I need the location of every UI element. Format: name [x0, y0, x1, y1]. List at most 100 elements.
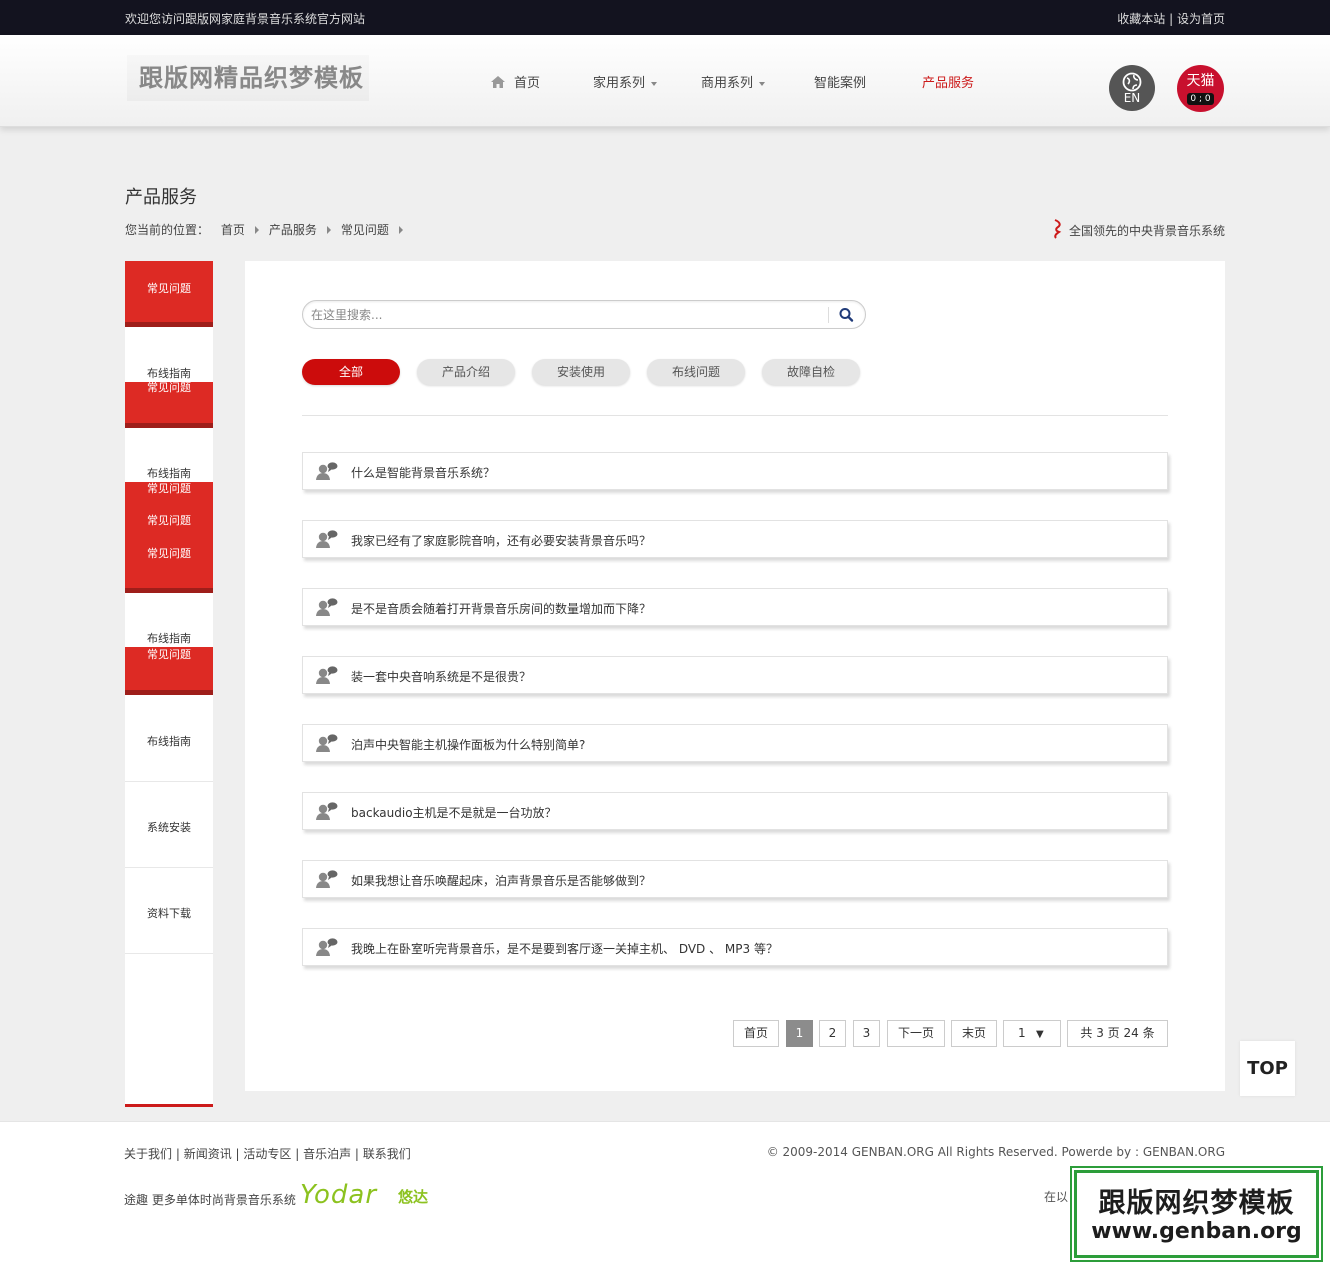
sidebar-divider — [125, 867, 213, 868]
faq-question: 装一套中央音响系统是不是很贵？ — [351, 670, 532, 684]
sidebar-item-system-install[interactable]: 系统安装 — [125, 819, 213, 835]
faq-item[interactable]: 是不是音质会随着打开背景音乐房间的数量增加而下降？ — [302, 588, 1168, 626]
sidebar-item-faq[interactable]: 常见问题 — [125, 379, 213, 395]
welcome-text: 欢迎您访问跟版网家庭背景音乐系统官方网站 — [125, 12, 366, 26]
home-icon — [491, 76, 505, 88]
watermark: 跟版网织梦模板 www.genban.org — [1072, 1168, 1321, 1260]
faq-question: 我晚上在卧室听完背景音乐，是不是要到客厅逐一关掉主机、 DVD 、 MP3 等？ — [351, 942, 778, 956]
footer-link-about[interactable]: 关于我们 — [124, 1147, 172, 1161]
chevron-down-icon — [651, 81, 658, 86]
sidebar: 常见问题 布线指南 常见问题 布线指南 常见问题 常见问题 常见问题 布线指南 … — [125, 261, 213, 1107]
footer-promo: 途趣 更多单体时尚背景音乐系统 — [124, 1193, 296, 1207]
chevron-down-icon — [759, 81, 766, 86]
sidebar-item-faq[interactable]: 常见问题 — [125, 280, 213, 296]
nav-label-commercial-series: 商用系列 — [701, 76, 754, 91]
faq-item[interactable]: 泊声中央智能主机操作面板为什么特别简单? — [302, 724, 1168, 762]
pager-first[interactable]: 首页 — [733, 1020, 779, 1047]
faq-item[interactable]: 装一套中央音响系统是不是很贵？ — [302, 656, 1168, 694]
nav-item-commercial-series[interactable]: 商用系列 — [701, 72, 766, 91]
footer-links: 关于我们 | 新闻资讯 | 活动专区 | 音乐泊声 | 联系我们 — [124, 1147, 411, 1161]
faq-item[interactable]: 我家已经有了家庭影院音响，还有必要安装背景音乐吗？ — [302, 520, 1168, 558]
sidebar-divider — [125, 781, 213, 782]
divider — [302, 415, 1168, 416]
watermark-line2: www.genban.org — [1091, 1219, 1302, 1244]
pager-page[interactable]: 1 — [786, 1020, 813, 1047]
bookmark-link[interactable]: 收藏本站 — [1117, 12, 1165, 26]
faq-question: 我家已经有了家庭影院音响，还有必要安装背景音乐吗？ — [351, 534, 652, 548]
faq-item[interactable]: 什么是智能背景音乐系统？ — [302, 452, 1168, 490]
nav-item-product-service[interactable]: 产品服务 — [922, 72, 974, 91]
faq-item[interactable]: 如果我想让音乐唤醒起床，泊声背景音乐是否能够做到？ — [302, 860, 1168, 898]
sidebar-item-wiring-guide[interactable]: 布线指南 — [125, 733, 213, 749]
nav-item-smart-cases[interactable]: 智能案例 — [814, 72, 866, 91]
back-to-top-button[interactable]: TOP — [1240, 1041, 1295, 1096]
tmall-cat-icon: 0 ; 0 — [1187, 93, 1214, 105]
pager-select[interactable]: 1 ▼ — [1003, 1020, 1061, 1047]
pager-next[interactable]: 下一页 — [887, 1020, 945, 1047]
question-user-icon — [316, 870, 338, 888]
nav-label-product-service: 产品服务 — [922, 76, 975, 91]
main-panel: 全部 产品介绍 安装使用 布线问题 故障自检 什么是智能背景音乐系统？ 我家已经有… — [245, 261, 1225, 1091]
music-note-icon — [1054, 219, 1062, 239]
sidebar-item-faq[interactable]: 常见问题 — [125, 512, 213, 528]
set-home-link[interactable]: 设为首页 — [1177, 12, 1225, 26]
breadcrumb-product-service[interactable]: 产品服务 — [269, 223, 317, 237]
question-user-icon — [316, 598, 338, 616]
breadcrumb: 您当前的位置： 首页 产品服务 常见问题 — [125, 221, 413, 238]
nav-item-home[interactable]: 首页 — [490, 72, 540, 91]
pager-page[interactable]: 3 — [853, 1020, 880, 1047]
pager-page[interactable]: 2 — [819, 1020, 846, 1047]
footer-cut-text: 在以 — [1044, 1190, 1069, 1204]
sidebar-item-faq[interactable]: 常见问题 — [125, 545, 213, 561]
breadcrumb-faq[interactable]: 常见问题 — [341, 223, 389, 237]
breadcrumb-prefix: 您当前的位置： — [125, 223, 210, 237]
watermark-line1: 跟版网织梦模板 — [1098, 1188, 1295, 1219]
faq-question: 什么是智能背景音乐系统？ — [351, 466, 496, 480]
search-input[interactable] — [311, 306, 816, 324]
copyright: © 2009-2014 GENBAN.ORG All Rights Reserv… — [766, 1145, 1225, 1159]
question-user-icon — [316, 802, 338, 820]
tmall-button[interactable]: 天猫 0 ; 0 — [1177, 65, 1224, 112]
yodar-logo-cn: 悠达 — [398, 1188, 429, 1206]
question-user-icon — [316, 462, 338, 480]
breadcrumb-arrow-icon — [254, 226, 259, 234]
question-user-icon — [316, 666, 338, 684]
footer-link-events[interactable]: 活动专区 — [243, 1147, 291, 1161]
dropdown-arrow-icon: ▼ — [1036, 1029, 1044, 1040]
sidebar-item-wiring-guide[interactable]: 布线指南 — [125, 630, 213, 646]
nav-label-home-series: 家用系列 — [593, 76, 646, 91]
question-user-icon — [316, 530, 338, 548]
search-icon[interactable] — [837, 306, 857, 324]
faq-item[interactable]: 我晚上在卧室听完背景音乐，是不是要到客厅逐一关掉主机、 DVD 、 MP3 等？ — [302, 928, 1168, 966]
sidebar-item-downloads[interactable]: 资料下载 — [125, 905, 213, 921]
footer-link-contact[interactable]: 联系我们 — [363, 1147, 411, 1161]
faq-item[interactable]: backaudio主机是不是就是一台功放？ — [302, 792, 1168, 830]
breadcrumb-arrow-icon — [398, 226, 403, 234]
page-title: 产品服务 — [125, 187, 197, 208]
pager-last[interactable]: 末页 — [951, 1020, 997, 1047]
language-en-button[interactable]: EN — [1109, 65, 1155, 111]
breadcrumb-home[interactable]: 首页 — [221, 223, 245, 237]
filter-all[interactable]: 全部 — [302, 359, 400, 385]
sidebar-item-wiring-guide[interactable]: 布线指南 — [125, 465, 213, 481]
sidebar-item-faq[interactable]: 常见问题 — [125, 480, 213, 496]
site-logo[interactable]: 跟版网精品织梦模板 — [127, 55, 369, 101]
nav-label-smart-cases: 智能案例 — [814, 76, 867, 91]
filter-wiring[interactable]: 布线问题 — [647, 359, 745, 385]
footer-link-music[interactable]: 音乐泊声 — [303, 1147, 351, 1161]
question-user-icon — [316, 734, 338, 752]
sidebar-item-faq[interactable]: 常见问题 — [125, 646, 213, 662]
question-user-icon — [316, 938, 338, 956]
faq-question: 是不是音质会随着打开背景音乐房间的数量增加而下降？ — [351, 602, 652, 616]
filter-troubleshoot[interactable]: 故障自检 — [762, 359, 860, 385]
yodar-logo[interactable]: Yodar — [300, 1180, 377, 1210]
top-links: 收藏本站 | 设为首页 — [1117, 10, 1225, 27]
nav-item-home-series[interactable]: 家用系列 — [593, 72, 658, 91]
footer-link-news[interactable]: 新闻资讯 — [184, 1147, 232, 1161]
faq-question: backaudio主机是不是就是一台功放？ — [351, 806, 557, 820]
filter-install-use[interactable]: 安装使用 — [532, 359, 630, 385]
filter-product-intro[interactable]: 产品介绍 — [417, 359, 515, 385]
top-links-separator: | — [1169, 12, 1174, 26]
faq-question: 泊声中央智能主机操作面板为什么特别简单? — [351, 738, 586, 752]
sidebar-divider — [125, 953, 213, 954]
